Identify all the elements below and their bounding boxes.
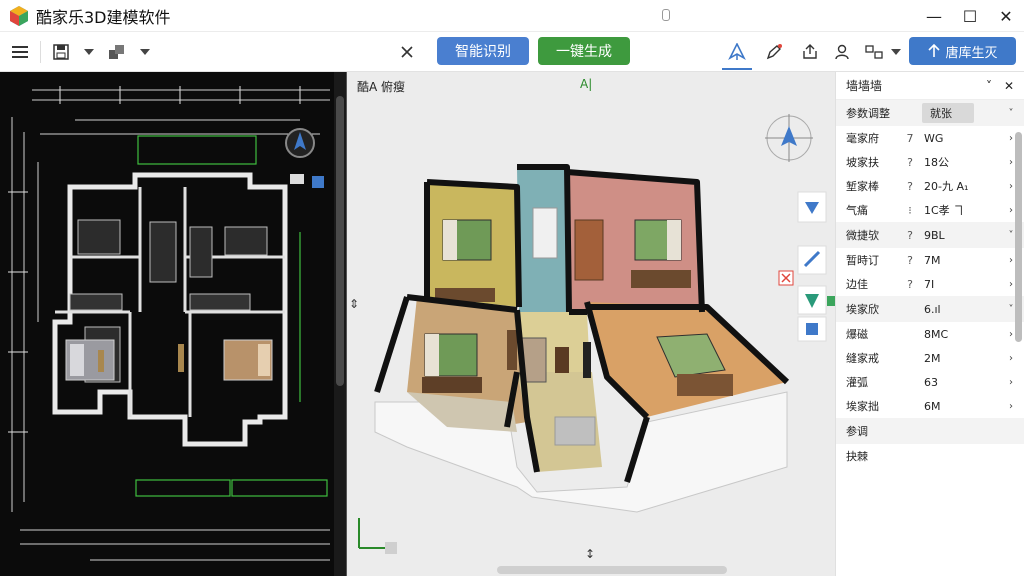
property-row[interactable]: 参数调整 就张 ˅ xyxy=(836,100,1024,126)
property-value[interactable]: 6M xyxy=(918,400,1004,413)
property-row[interactable]: 缝家戒 2M › xyxy=(836,346,1024,370)
property-row[interactable]: 微捷欤? 9BL ˅ xyxy=(836,222,1024,248)
property-row[interactable]: 爆磁 8MC › xyxy=(836,322,1024,346)
property-row[interactable]: 暂時订? 7M › xyxy=(836,248,1024,272)
cad-drawing xyxy=(8,86,330,561)
property-value[interactable]: 9BL xyxy=(918,229,1004,242)
chevron-down-icon[interactable]: ˅ xyxy=(986,79,992,93)
view-horizontal-scrollbar[interactable] xyxy=(497,566,727,574)
close-icon[interactable] xyxy=(393,38,421,66)
user-icon[interactable] xyxy=(828,38,856,66)
arrow-up-icon xyxy=(928,44,941,57)
property-value[interactable]: 63 xyxy=(918,376,1004,389)
maximize-button[interactable]: ☐ xyxy=(952,0,988,32)
property-label: 气痛 xyxy=(846,204,868,217)
save-icon[interactable] xyxy=(47,38,75,66)
app-window: 酷家乐3D建模软件 — ☐ ✕ 智能识别 一键生成 唐库生灭 酷A 俯瘦 A| … xyxy=(0,0,1024,576)
property-value[interactable]: 20-九 A₁ xyxy=(918,178,1004,194)
app-logo-icon xyxy=(10,5,28,26)
properties-header: 墙墙墙 ˅ ✕ xyxy=(836,72,1024,100)
pen-icon[interactable] xyxy=(760,38,788,66)
property-row[interactable]: 抉棘 xyxy=(836,444,1024,468)
property-unit: ? xyxy=(907,179,913,193)
property-list: 参数调整 就张 ˅ 毫家府 7 WG › 坡家扶? 18公 › 堑家棒? 20-九 A₁ › 气痛 ⁝ 1C孝… xyxy=(836,100,1024,468)
close-button[interactable]: ✕ xyxy=(988,0,1024,32)
minimize-button[interactable]: — xyxy=(916,0,952,32)
property-label: 抉棘 xyxy=(846,450,868,463)
property-row[interactable]: 堑家棒? 20-九 A₁ › xyxy=(836,174,1024,198)
property-value[interactable]: 就张 xyxy=(922,103,974,123)
property-label: 边佳 xyxy=(846,278,868,291)
view-top-marker: A| xyxy=(580,77,593,91)
property-label: 埃家欣 xyxy=(846,303,879,316)
svg-text:↕: ↕ xyxy=(585,547,595,561)
property-row[interactable]: 毫家府 7 WG › xyxy=(836,126,1024,150)
property-unit: ⁝ xyxy=(908,203,912,217)
export-icon[interactable] xyxy=(796,38,824,66)
property-label: 暂時订 xyxy=(846,254,879,267)
3d-view-panel[interactable]: 酷A 俯瘦 A| ⇕ ↕ xyxy=(347,72,835,576)
property-value[interactable]: 2M xyxy=(918,352,1004,365)
property-row[interactable]: 气痛 ⁝ 1C孝 ヿ › xyxy=(836,198,1024,222)
property-label: 爆磁 xyxy=(846,328,868,341)
property-value[interactable]: 8MC xyxy=(918,328,1004,341)
layers-icon[interactable] xyxy=(103,38,131,66)
property-label: 坡家扶 xyxy=(846,156,879,169)
menu-icon[interactable] xyxy=(6,38,34,66)
app-title: 酷家乐3D建模软件 xyxy=(36,7,171,27)
chevron-down-icon[interactable] xyxy=(131,38,159,66)
property-unit: ? xyxy=(907,228,913,242)
property-unit: ? xyxy=(907,155,913,169)
property-unit: ? xyxy=(907,277,913,291)
close-icon[interactable]: ✕ xyxy=(1004,79,1014,93)
chevron-down-icon[interactable] xyxy=(882,38,910,66)
property-row[interactable]: 参调 xyxy=(836,418,1024,444)
property-label: 灌弧 xyxy=(846,376,868,389)
properties-title: 墙墙墙 xyxy=(846,79,883,93)
property-row[interactable]: 埃家欣 6.ıl ˅ xyxy=(836,296,1024,322)
property-label: 毫家府 xyxy=(846,132,879,145)
property-row[interactable]: 埃家拙 6M › xyxy=(836,394,1024,418)
title-bar: 酷家乐3D建模软件 — ☐ ✕ xyxy=(0,0,1024,32)
property-row[interactable]: 边佳? 7I › xyxy=(836,272,1024,296)
generate-button[interactable]: 唐库生灭 xyxy=(909,37,1016,65)
property-label: 参调 xyxy=(846,425,868,438)
property-value[interactable]: 6.ıl xyxy=(918,303,1004,316)
generate-label: 唐库生灭 xyxy=(945,45,998,61)
property-row[interactable]: 坡家扶? 18公 › xyxy=(836,150,1024,174)
cad-floorplan-panel[interactable] xyxy=(0,72,347,576)
view-mode-label[interactable]: 酷A 俯瘦 xyxy=(357,78,405,95)
active-tool-indicator xyxy=(722,68,752,70)
chevron-icon[interactable]: › xyxy=(1004,377,1018,388)
property-label: 参数调整 xyxy=(846,107,890,120)
property-value[interactable]: 1C孝 ヿ xyxy=(918,202,1004,218)
chevron-down-icon[interactable] xyxy=(75,38,103,66)
property-value[interactable]: 18公 xyxy=(918,154,1004,170)
chevron-icon[interactable]: › xyxy=(1004,353,1018,364)
toolbar-divider xyxy=(40,40,41,63)
property-value[interactable]: WG xyxy=(918,132,1004,145)
property-unit: 7 xyxy=(906,131,914,145)
property-label: 埃家拙 xyxy=(846,400,879,413)
properties-scrollbar[interactable] xyxy=(1015,132,1022,342)
svg-text:⇕: ⇕ xyxy=(349,297,359,311)
property-unit: ? xyxy=(907,253,913,267)
property-label: 堑家棒 xyxy=(846,180,879,193)
navigate-arrow-icon[interactable] xyxy=(723,38,751,66)
property-row[interactable]: 灌弧 63 › xyxy=(836,370,1024,394)
chevron-icon[interactable]: ˅ xyxy=(1004,108,1018,119)
property-value[interactable]: 7M xyxy=(918,254,1004,267)
property-label: 缝家戒 xyxy=(846,352,879,365)
3d-model-render: ⇕ ↕ xyxy=(349,114,835,561)
mouse-icon xyxy=(662,9,670,21)
cad-scrollbar-thumb[interactable] xyxy=(336,96,344,386)
properties-panel: 墙墙墙 ˅ ✕ 参数调整 就张 ˅ 毫家府 7 WG › 坡家扶? 18公 › 堑家棒? 20-九 A… xyxy=(835,72,1024,576)
chevron-icon[interactable]: › xyxy=(1004,401,1018,412)
one-click-generate-button[interactable]: 一键生成 xyxy=(538,37,630,65)
property-label: 微捷欤 xyxy=(846,229,879,242)
smart-recognize-button[interactable]: 智能识别 xyxy=(437,37,529,65)
property-value[interactable]: 7I xyxy=(918,278,1004,291)
cad-scrollbar[interactable] xyxy=(334,72,346,576)
